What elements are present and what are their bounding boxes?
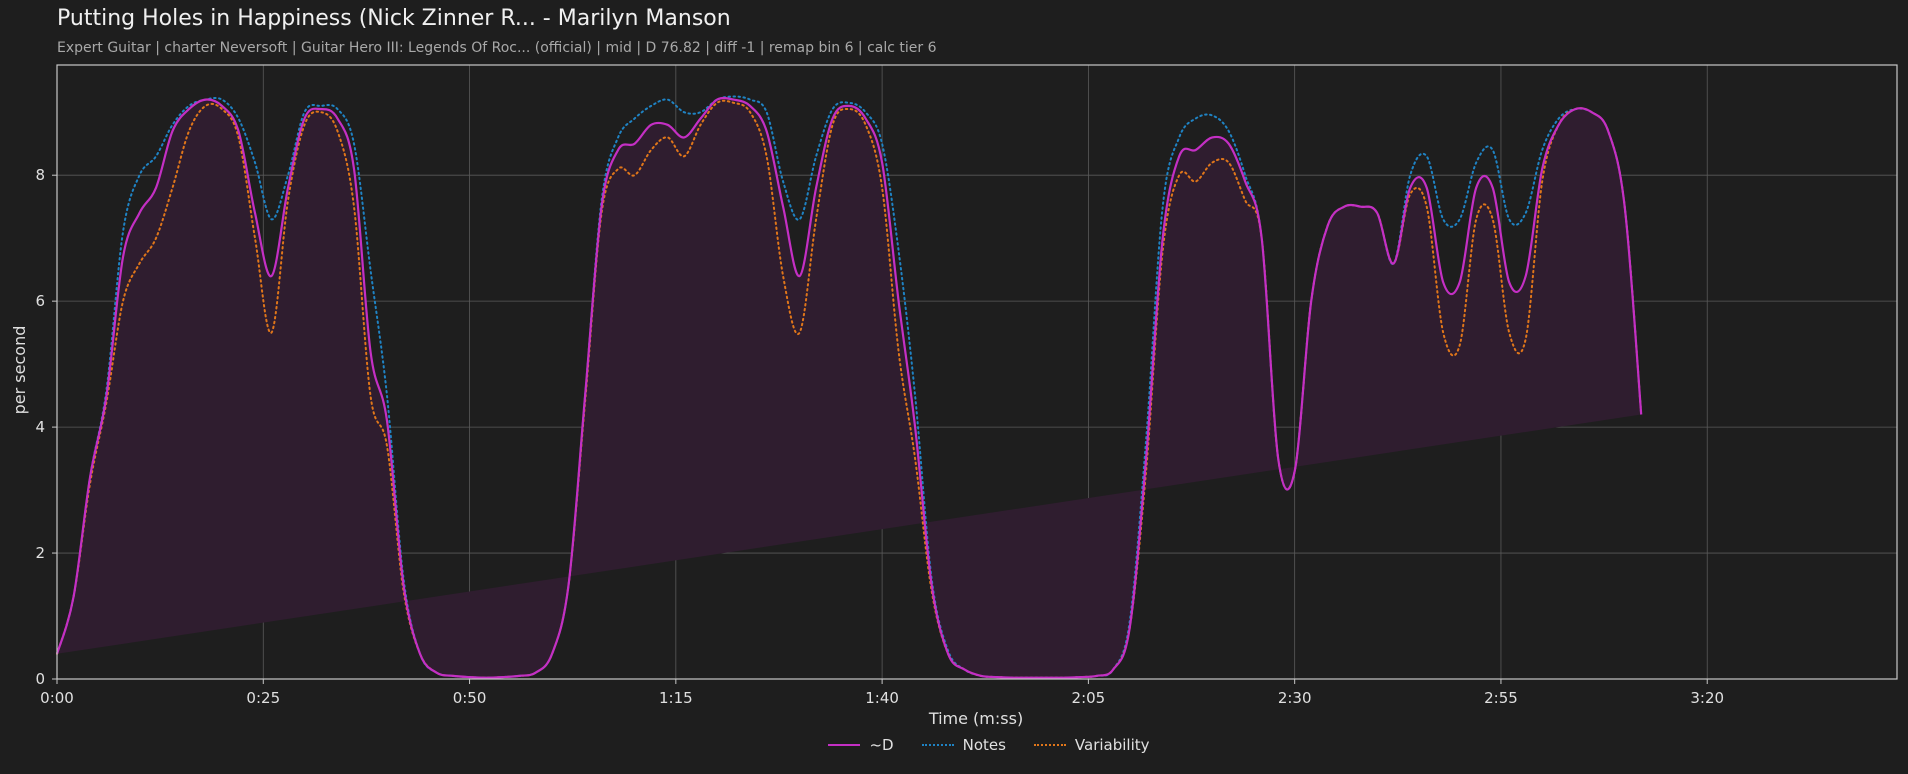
x-tick-label: 0:25	[246, 689, 280, 707]
x-tick-label: 2:30	[1278, 689, 1312, 707]
legend-item-variability: Variability	[1033, 736, 1150, 754]
x-axis-label: Time (m:ss)	[928, 709, 1023, 728]
x-tick-label: 2:55	[1484, 689, 1518, 707]
y-tick-label: 0	[35, 670, 45, 688]
legend-item-d: ~D	[828, 736, 894, 754]
d-area-fill	[57, 97, 1642, 678]
legend: ~D Notes Variability	[0, 736, 1908, 754]
x-tick-label: 3:20	[1690, 689, 1724, 707]
x-tick-label: 1:40	[865, 689, 899, 707]
legend-item-notes: Notes	[921, 736, 1006, 754]
y-tick-label: 8	[35, 166, 45, 184]
y-tick-label: 2	[35, 544, 45, 562]
legend-label-variability: Variability	[1074, 736, 1150, 754]
legend-swatch-variability	[1033, 744, 1066, 746]
x-tick-label: 2:05	[1072, 689, 1106, 707]
legend-swatch-d	[828, 744, 861, 746]
legend-label-d: ~D	[869, 736, 894, 754]
x-tick-label: 0:00	[40, 689, 74, 707]
x-tick-label: 0:50	[453, 689, 487, 707]
legend-swatch-notes	[921, 744, 954, 746]
legend-label-notes: Notes	[962, 736, 1006, 754]
x-tick-label: 1:15	[659, 689, 693, 707]
y-axis-label: per second	[10, 326, 29, 415]
y-tick-label: 4	[35, 418, 45, 436]
difficulty-chart: 0:00 0:25 0:50 1:15 1:40 2:05 2:30 2:55 3:20 0 2 4 6…	[10, 64, 1898, 728]
y-tick-label: 6	[35, 292, 45, 310]
